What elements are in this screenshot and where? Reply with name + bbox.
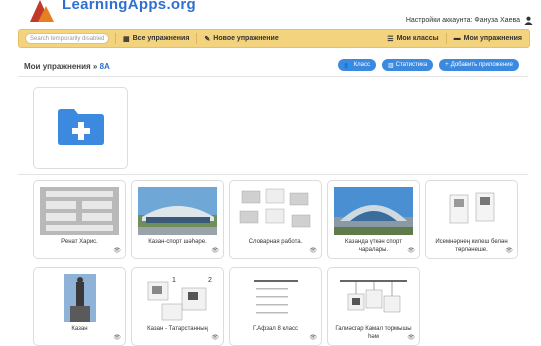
account-label: Настройки аккаунта: Фануза Хаева	[405, 17, 520, 24]
exercise-card[interactable]: Г.Афзал 8 класс 👁	[229, 267, 322, 346]
svg-text:1: 1	[172, 277, 176, 284]
logo[interactable]: LearningApps.org	[24, 0, 196, 22]
exercise-card-title: Казанда үткән спорт чаралары.	[345, 239, 402, 253]
add-app-button-label: Добавить приложение	[450, 62, 513, 68]
exercise-card-title: Г.Афзал 8 класс	[253, 326, 298, 332]
nav-my-classes[interactable]: ☰ Мои классы	[380, 33, 445, 44]
exercise-card-title: Исемнәрнең килеш белән төрләнеше.	[435, 239, 508, 253]
logo-icon	[30, 0, 54, 22]
divider	[18, 174, 528, 175]
pencil-icon: ✎	[204, 35, 211, 43]
breadcrumb-title[interactable]: Мои упражнения	[24, 62, 91, 71]
exercise-card-title: Казан-спорт шәһәре.	[148, 239, 207, 245]
list-icon: ☰	[387, 35, 394, 43]
hanging-template-thumbnail	[334, 274, 413, 322]
eye-icon[interactable]: 👁	[505, 247, 513, 254]
exercise-card[interactable]: 1 2 Казан - Татарстанның 👁	[131, 267, 224, 346]
numbered-template-thumbnail: 1 2	[138, 274, 217, 322]
arena-photo-thumbnail	[334, 187, 413, 235]
exercise-card[interactable]: Исемнәрнең килеш белән төрләнеше. 👁	[425, 180, 518, 259]
nav-label: Мои упражнения	[463, 35, 522, 42]
exercise-card[interactable]: Казан 👁	[33, 267, 126, 346]
exercise-card[interactable]: Казанда үткән спорт чаралары. 👁	[327, 180, 420, 259]
exercise-card[interactable]: Словарная работа. 👁	[229, 180, 322, 259]
eye-icon[interactable]: 👁	[211, 247, 219, 254]
exercise-card[interactable]: Ренат Харис. 👁	[33, 180, 126, 259]
exercise-card[interactable]: Галиәсгар Камал тормышы һәм 👁	[327, 267, 420, 346]
user-icon	[524, 16, 533, 25]
svg-text:2: 2	[208, 277, 212, 284]
group-icon: 👥	[344, 62, 352, 69]
breadcrumb-class: 8А	[99, 62, 110, 71]
eye-icon[interactable]: 👁	[113, 247, 121, 254]
add-folder-icon	[58, 109, 104, 145]
nav-label: Мои классы	[396, 35, 439, 42]
action-buttons: 👥 Класс ▥ Статистика + Добавить приложен…	[338, 59, 519, 71]
eye-icon[interactable]: 👁	[211, 334, 219, 341]
add-app-button[interactable]: + Добавить приложение	[439, 59, 519, 71]
statistics-button-label: Статистика	[395, 62, 428, 68]
exercise-card-title: Ренат Харис.	[61, 239, 98, 245]
exercise-card-title: Галиәсгар Камал тормышы һәм	[335, 326, 412, 340]
class-button-label: Класс	[353, 62, 370, 68]
grid-template-thumbnail	[236, 187, 315, 235]
folder-icon: ▬	[453, 35, 461, 42]
nav-my-exercises[interactable]: ▬ Мои упражнения	[445, 33, 529, 44]
logo-text: LearningApps.org	[62, 0, 196, 13]
exercise-card-title: Казан - Татарстанның	[147, 326, 208, 332]
nav-label: Новое упражнение	[213, 35, 279, 42]
class-button[interactable]: 👥 Класс	[338, 59, 376, 71]
plus-icon: +	[445, 62, 449, 68]
divider	[18, 76, 528, 77]
form-template-thumbnail	[40, 187, 119, 235]
nav-label: Все упражнения	[132, 35, 190, 42]
cards-template-thumbnail	[432, 187, 511, 235]
search-placeholder: Search temporarily disabled	[30, 35, 105, 42]
eye-icon[interactable]: 👁	[407, 247, 415, 254]
stadium-photo-thumbnail	[138, 187, 217, 235]
breadcrumb: Мои упражнения » 8А	[24, 62, 110, 71]
account-settings[interactable]: Настройки аккаунта: Фануза Хаева	[406, 16, 533, 25]
eye-icon[interactable]: 👁	[309, 247, 317, 254]
eye-icon[interactable]: 👁	[113, 334, 121, 341]
grid-icon: ▦	[123, 35, 130, 43]
new-folder-card[interactable]	[33, 87, 128, 169]
main-navbar: Search temporarily disabled ▦ Все упражн…	[18, 29, 530, 48]
chart-icon: ▥	[387, 62, 394, 69]
lines-template-thumbnail	[236, 274, 315, 322]
search-input[interactable]: Search temporarily disabled	[25, 33, 109, 44]
exercise-card-title: Словарная работа.	[248, 239, 303, 245]
monument-photo-thumbnail	[40, 274, 119, 322]
breadcrumb-sep: »	[92, 62, 98, 71]
nav-all-exercises[interactable]: ▦ Все упражнения	[115, 33, 196, 44]
exercise-card[interactable]: Казан-спорт шәһәре. 👁	[131, 180, 224, 259]
eye-icon[interactable]: 👁	[407, 334, 415, 341]
nav-new-exercise[interactable]: ✎ Новое упражнение	[196, 33, 285, 44]
exercise-card-title: Казан	[71, 326, 88, 332]
eye-icon[interactable]: 👁	[309, 334, 317, 341]
statistics-button[interactable]: ▥ Статистика	[381, 59, 434, 71]
